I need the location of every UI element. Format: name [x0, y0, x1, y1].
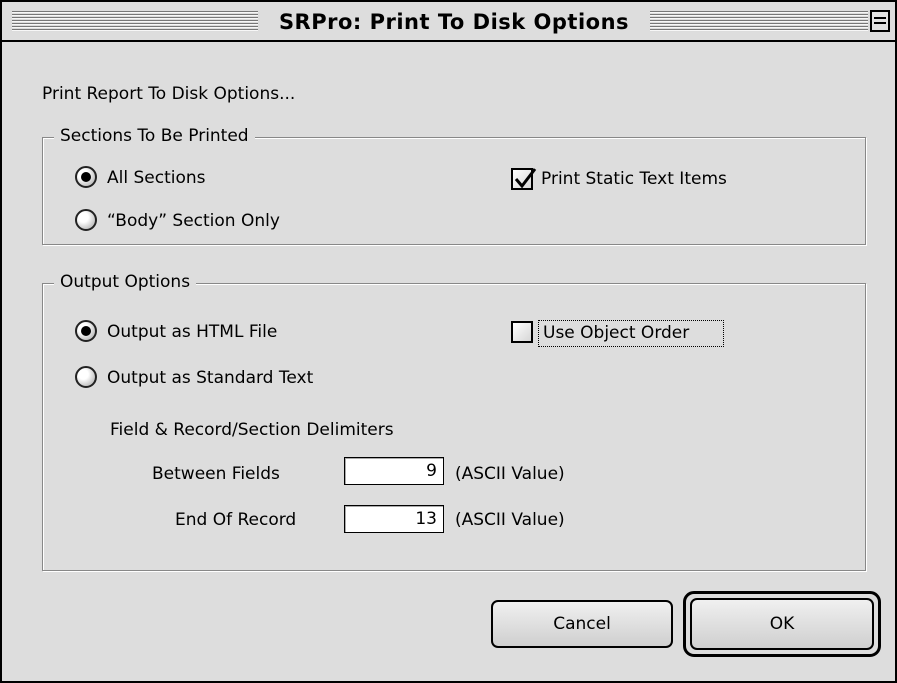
title-bar-stripes-left	[12, 10, 258, 32]
end-of-record-unit: (ASCII Value)	[455, 510, 565, 530]
object-order-label[interactable]: Use Object Order	[543, 323, 689, 343]
between-fields-label: Between Fields	[152, 464, 280, 484]
dialog-window: SRPro: Print To Disk Options Print Repor…	[0, 0, 897, 683]
end-of-record-input[interactable]: 13	[344, 505, 444, 533]
intro-text: Print Report To Disk Options...	[42, 84, 296, 104]
object-order-checkbox[interactable]	[511, 321, 533, 343]
html-file-label[interactable]: Output as HTML File	[107, 322, 277, 342]
cancel-button[interactable]: Cancel	[491, 600, 673, 648]
output-group-label: Output Options	[54, 272, 197, 292]
title-bar[interactable]: SRPro: Print To Disk Options	[2, 2, 895, 42]
static-text-label[interactable]: Print Static Text Items	[541, 169, 727, 189]
title-bar-stripes-right	[650, 10, 868, 32]
standard-text-label[interactable]: Output as Standard Text	[107, 368, 313, 388]
html-file-radio-icon[interactable]	[75, 320, 97, 342]
between-fields-unit: (ASCII Value)	[455, 464, 565, 484]
end-of-record-label: End Of Record	[175, 510, 297, 530]
sections-group-label: Sections To Be Printed	[54, 126, 255, 146]
window-title: SRPro: Print To Disk Options	[258, 6, 650, 38]
all-sections-label[interactable]: All Sections	[107, 168, 206, 188]
checkmark-icon	[514, 168, 537, 189]
between-fields-input[interactable]: 9	[344, 457, 444, 485]
body-only-label[interactable]: “Body” Section Only	[107, 211, 280, 231]
delimiters-heading: Field & Record/Section Delimiters	[110, 420, 394, 440]
collapse-box-icon[interactable]	[870, 10, 890, 32]
standard-text-radio-icon[interactable]	[75, 366, 97, 388]
static-text-checkbox[interactable]	[511, 168, 537, 190]
body-only-radio-icon[interactable]	[75, 209, 97, 231]
ok-button[interactable]: OK	[690, 598, 874, 650]
all-sections-radio-icon[interactable]	[75, 166, 97, 188]
